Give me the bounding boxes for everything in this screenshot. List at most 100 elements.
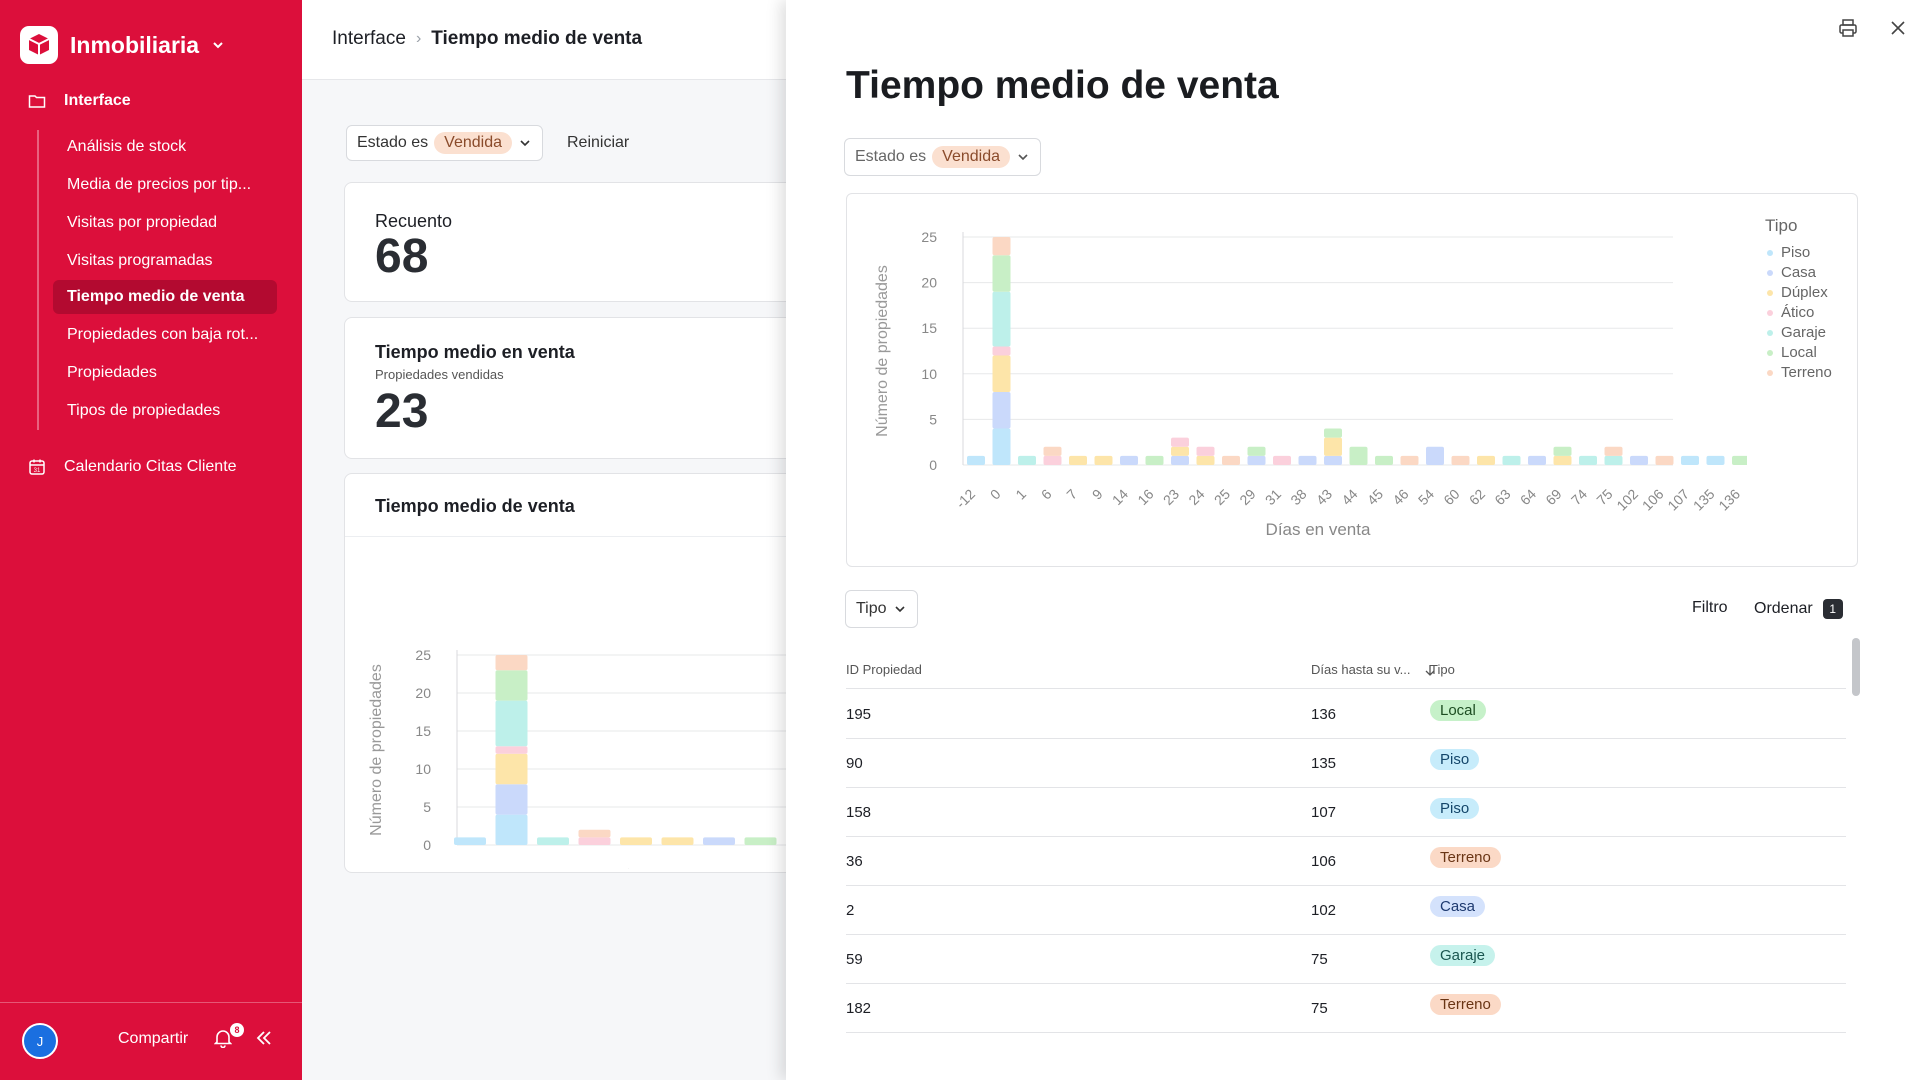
y-tick-label: 25 xyxy=(415,647,431,663)
table-row[interactable]: 158 107 Piso xyxy=(846,788,1846,837)
overlay-chart: 0 5 10 15 20 25 -12 0 1 6 7 9 14 16 23 24 25 29 31 38 43 44 45… xyxy=(846,193,1858,567)
y-tick-label: 0 xyxy=(423,837,431,853)
bar-segment xyxy=(1349,446,1368,465)
legend-item[interactable]: Piso xyxy=(1767,244,1810,261)
x-tick-label: 136 xyxy=(1715,486,1743,514)
nav-calendar[interactable]: 31 Calendario Citas Cliente xyxy=(28,458,237,476)
legend-item[interactable]: Ático xyxy=(1767,304,1814,321)
bar-segment xyxy=(454,837,486,845)
legend-label: Garaje xyxy=(1781,324,1827,341)
table-row[interactable]: 36 106 Terreno xyxy=(846,837,1846,886)
sidebar-item[interactable]: Media de precios por tip... xyxy=(53,168,277,202)
svg-text:31: 31 xyxy=(34,468,41,474)
column-header-days[interactable]: Días hasta su v... xyxy=(1311,662,1436,677)
sidebar-item[interactable]: Tiempo medio de venta xyxy=(53,280,277,314)
table-scrollbar[interactable] xyxy=(1852,638,1860,696)
x-tick-label: 69 xyxy=(1542,486,1564,508)
filter-button[interactable]: Filtro xyxy=(1692,599,1728,617)
filter-label: Estado es xyxy=(357,134,429,151)
x-tick-label: 6 xyxy=(580,866,597,869)
record-overlay: Tiempo medio de venta Estado es Vendida … xyxy=(786,0,1920,1080)
x-tick-label: 7 xyxy=(621,866,638,869)
bar-segment xyxy=(992,392,1011,429)
type-tag: Terreno xyxy=(1430,847,1501,868)
sidebar-item[interactable]: Visitas programadas xyxy=(53,244,277,278)
cell-id: 158 xyxy=(846,804,872,821)
column-header-id[interactable]: ID Propiedad xyxy=(846,662,922,677)
bar-segment xyxy=(1604,446,1623,456)
x-axis-title: Días en venta xyxy=(1266,520,1371,539)
close-icon[interactable] xyxy=(1888,18,1908,43)
table-fade xyxy=(846,1044,1846,1080)
legend-swatch xyxy=(1767,349,1773,356)
chevron-down-icon xyxy=(1018,154,1028,161)
breadcrumb-root[interactable]: Interface xyxy=(332,28,406,50)
count-value: 68 xyxy=(375,230,429,283)
sidebar-item[interactable]: Análisis de stock xyxy=(53,130,277,164)
bar-segment xyxy=(703,837,735,845)
bar-segment xyxy=(1171,437,1189,447)
collapse-sidebar-icon[interactable] xyxy=(254,1028,274,1053)
legend-item[interactable]: Local xyxy=(1767,344,1817,361)
share-button[interactable]: Compartir xyxy=(118,1030,188,1048)
filter-label: Estado es xyxy=(855,148,927,165)
x-tick-label: 63 xyxy=(1491,486,1513,508)
bar-segment xyxy=(1400,455,1419,465)
table-row[interactable]: 59 75 Garaje xyxy=(846,935,1846,984)
legend-item[interactable]: Casa xyxy=(1767,264,1816,281)
type-tag: Terreno xyxy=(1430,994,1501,1015)
x-tick-label: -12 xyxy=(446,866,472,869)
nav-group-label: Interface xyxy=(64,92,131,109)
workspace-switcher[interactable]: Inmobiliaria xyxy=(20,26,225,64)
status-filter[interactable]: Estado es Vendida xyxy=(346,125,543,161)
sidebar-item[interactable]: Propiedades xyxy=(53,356,277,390)
x-tick-label: 23 xyxy=(1160,486,1182,508)
legend-label: Casa xyxy=(1781,264,1817,281)
bar-segment xyxy=(1171,446,1189,456)
reset-button[interactable]: Reiniciar xyxy=(567,134,629,152)
legend-label: Dúplex xyxy=(1781,284,1828,301)
filter-bar: Estado es Vendida Reiniciar xyxy=(346,125,629,161)
bar-segment xyxy=(578,829,611,838)
type-tag: Casa xyxy=(1430,896,1486,917)
legend-item[interactable]: Garaje xyxy=(1767,324,1826,341)
sidebar-item[interactable]: Visitas por propiedad xyxy=(53,206,277,240)
nav-calendar-label: Calendario Citas Cliente xyxy=(64,458,237,475)
table-row[interactable]: 2 102 Casa xyxy=(846,886,1846,935)
x-tick-label: 29 xyxy=(1236,486,1258,508)
y-tick-label: 5 xyxy=(929,411,937,427)
avatar[interactable]: J xyxy=(22,1023,58,1059)
sort-button[interactable]: Ordenar 1 xyxy=(1754,599,1843,619)
sidebar-item[interactable]: Propiedades con baja rot... xyxy=(53,318,277,352)
group-by-tipo-button[interactable]: Tipo xyxy=(845,590,918,628)
bar-segment xyxy=(1120,455,1138,465)
sidebar-item[interactable]: Tipos de propiedades xyxy=(53,394,277,428)
bar-segment xyxy=(495,753,528,785)
x-tick-label: 43 xyxy=(1313,486,1335,508)
sort-label: Ordenar xyxy=(1754,600,1813,617)
table-row[interactable]: 90 135 Piso xyxy=(846,739,1846,788)
bar-segment xyxy=(1298,455,1317,465)
table-row[interactable]: 182 75 Terreno xyxy=(846,984,1846,1033)
x-tick-label: 9 xyxy=(1089,486,1106,503)
chevron-right-icon: › xyxy=(415,30,422,47)
cell-days: 135 xyxy=(1311,755,1337,772)
column-header-type[interactable]: Tipo xyxy=(1430,662,1455,677)
avg-card: Tiempo medio en venta Propiedades vendid… xyxy=(344,317,792,459)
overlay-status-filter[interactable]: Estado es Vendida xyxy=(844,138,1041,176)
cell-days: 106 xyxy=(1311,853,1337,870)
table-row[interactable]: 195 136 Local xyxy=(846,690,1846,739)
legend-item[interactable]: Dúplex xyxy=(1767,284,1828,301)
cell-id: 2 xyxy=(846,902,855,919)
chevron-down-icon xyxy=(520,140,530,147)
nav-group-interface[interactable]: Interface xyxy=(28,92,131,110)
x-tick-label: 38 xyxy=(1287,486,1309,508)
bar-segment xyxy=(620,837,652,845)
bar-segment xyxy=(1247,446,1266,456)
y-axis-title: Número de propiedades xyxy=(368,664,385,836)
legend-item[interactable]: Terreno xyxy=(1767,364,1832,381)
print-icon[interactable] xyxy=(1838,18,1858,43)
breadcrumb-current: Tiempo medio de venta xyxy=(431,28,643,49)
nav-tree-line xyxy=(37,130,39,430)
bar-segment xyxy=(992,346,1011,356)
